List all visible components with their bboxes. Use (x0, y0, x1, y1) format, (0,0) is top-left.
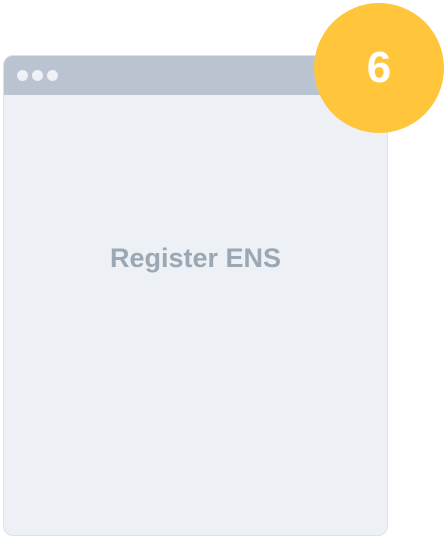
browser-window-mockup: Register ENS (3, 55, 388, 536)
window-dot-icon (47, 70, 58, 81)
window-label: Register ENS (109, 243, 282, 273)
step-card: Register ENS 6 (0, 0, 444, 538)
step-number-badge: 6 (314, 3, 444, 133)
window-dot-icon (17, 70, 28, 81)
step-number: 6 (366, 43, 392, 92)
window-controls (17, 70, 58, 81)
window-dot-icon (32, 70, 43, 81)
